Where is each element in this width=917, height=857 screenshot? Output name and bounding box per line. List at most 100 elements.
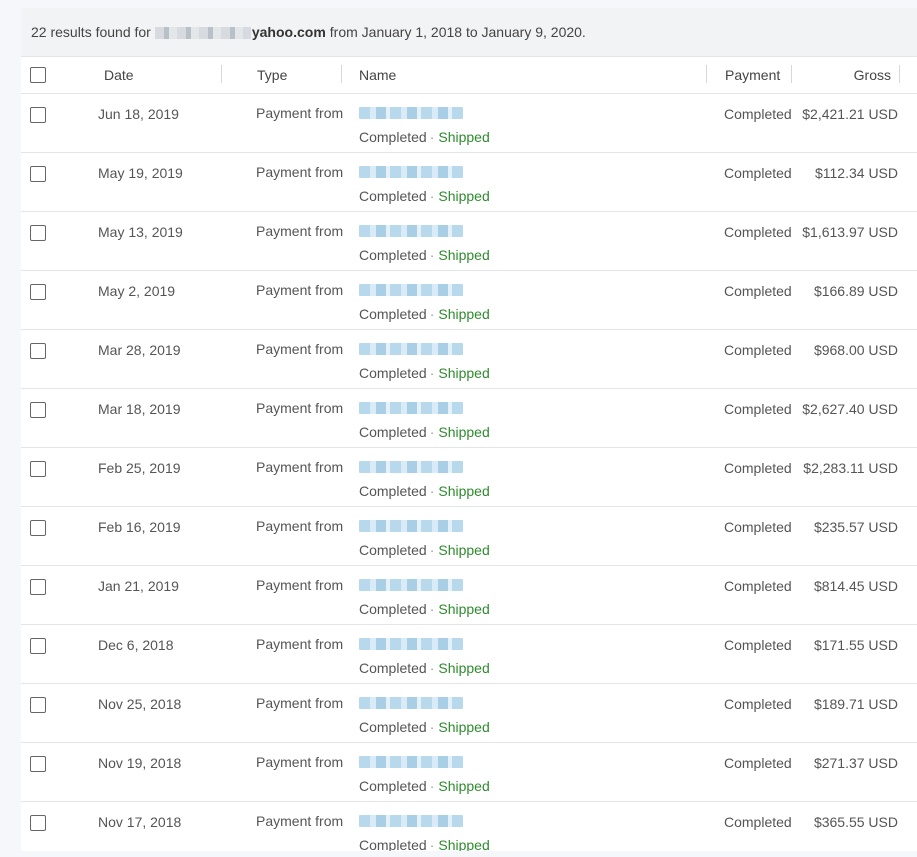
select-all-checkbox[interactable] — [30, 67, 46, 83]
row-status: Completed · Shipped — [359, 306, 490, 322]
table-header: Date Type Name Payment Gross — [21, 57, 917, 94]
column-header-gross[interactable]: Gross — [854, 67, 891, 83]
table-row[interactable]: Jan 21, 2019 Payment from Completed · Ship… — [21, 566, 917, 625]
redacted-name-mask[interactable] — [359, 461, 463, 473]
column-divider — [791, 65, 792, 83]
row-gross-amount: $112.34 USD — [814, 165, 898, 181]
row-status-text: Completed — [359, 837, 427, 851]
row-payment-status: Completed — [724, 224, 792, 240]
row-type: Payment from — [256, 164, 344, 180]
row-gross-amount: $166.89 USD — [813, 283, 898, 299]
separator-dot: · — [429, 660, 435, 676]
redacted-name-mask[interactable] — [359, 815, 463, 827]
redacted-name-mask[interactable] — [359, 402, 463, 414]
row-payment-status: Completed — [724, 696, 792, 712]
row-checkbox[interactable] — [30, 402, 46, 418]
table-row[interactable]: Jun 18, 2019 Payment from Completed · Ship… — [21, 94, 917, 153]
row-payment-status: Completed — [724, 814, 792, 830]
row-checkbox[interactable] — [30, 520, 46, 536]
row-checkbox[interactable] — [30, 756, 46, 772]
column-header-type[interactable]: Type — [257, 67, 287, 83]
row-type: Payment from — [256, 518, 344, 534]
row-checkbox[interactable] — [30, 579, 46, 595]
row-status: Completed · Shipped — [359, 188, 490, 204]
table-row[interactable]: May 19, 2019 Payment from Completed · Ship… — [21, 153, 917, 212]
row-type: Payment from — [256, 105, 344, 121]
separator-dot: · — [429, 483, 435, 499]
row-checkbox[interactable] — [30, 638, 46, 654]
row-checkbox[interactable] — [30, 225, 46, 241]
table-row[interactable]: May 2, 2019 Payment from Completed · Shipp… — [21, 271, 917, 330]
row-gross-amount: $189.71 USD — [813, 696, 898, 712]
results-count-text: 22 results found for — [31, 24, 151, 40]
separator-dot: · — [429, 837, 435, 851]
row-payment-status: Completed — [724, 578, 792, 594]
shipping-status: Shipped — [438, 365, 490, 381]
redacted-name-mask[interactable] — [359, 638, 463, 650]
table-row[interactable]: May 13, 2019 Payment from Completed · Ship… — [21, 212, 917, 271]
shipping-status: Shipped — [438, 719, 490, 735]
row-checkbox[interactable] — [30, 815, 46, 831]
redacted-email-mask — [154, 26, 251, 39]
row-status-text: Completed — [359, 660, 427, 676]
table-row[interactable]: Dec 6, 2018 Payment from Completed · Shipp… — [21, 625, 917, 684]
separator-dot: · — [429, 601, 435, 617]
row-checkbox[interactable] — [30, 697, 46, 713]
transactions-table-body: Jun 18, 2019 Payment from Completed · Ship… — [21, 94, 917, 851]
table-row[interactable]: Mar 28, 2019 Payment from Completed · Ship… — [21, 330, 917, 389]
row-status-text: Completed — [359, 365, 427, 381]
column-header-payment[interactable]: Payment — [725, 67, 780, 83]
row-status: Completed · Shipped — [359, 601, 490, 617]
row-type: Payment from — [256, 223, 344, 239]
column-divider — [221, 65, 222, 83]
row-status: Completed · Shipped — [359, 542, 490, 558]
row-gross-amount: $968.00 USD — [813, 342, 898, 358]
row-payment-status: Completed — [724, 460, 792, 476]
redacted-name-mask[interactable] — [359, 166, 463, 178]
separator-dot: · — [429, 247, 435, 263]
separator-dot: · — [429, 365, 435, 381]
row-checkbox[interactable] — [30, 107, 46, 123]
row-status-text: Completed — [359, 542, 427, 558]
separator-dot: · — [429, 188, 435, 204]
row-type: Payment from — [256, 459, 344, 475]
redacted-name-mask[interactable] — [359, 697, 463, 709]
row-type: Payment from — [256, 695, 344, 711]
redacted-name-mask[interactable] — [359, 107, 463, 119]
row-date: Nov 17, 2018 — [98, 814, 182, 830]
row-status: Completed · Shipped — [359, 129, 490, 145]
results-summary: 22 results found for yahoo.com from Janu… — [21, 8, 917, 57]
table-row[interactable]: Nov 19, 2018 Payment from Completed · Ship… — [21, 743, 917, 802]
redacted-name-mask[interactable] — [359, 284, 463, 296]
row-gross-amount: $2,283.11 USD — [803, 460, 898, 476]
row-date: Mar 28, 2019 — [98, 342, 181, 358]
row-date: Mar 18, 2019 — [98, 401, 181, 417]
row-checkbox[interactable] — [30, 343, 46, 359]
redacted-name-mask[interactable] — [359, 579, 463, 591]
column-header-name[interactable]: Name — [359, 67, 396, 83]
redacted-name-mask[interactable] — [359, 520, 463, 532]
row-type: Payment from — [256, 813, 344, 829]
redacted-name-mask[interactable] — [359, 756, 463, 768]
row-gross-amount: $2,627.40 USD — [802, 401, 898, 417]
row-payment-status: Completed — [724, 106, 792, 122]
row-checkbox[interactable] — [30, 284, 46, 300]
row-status-text: Completed — [359, 719, 427, 735]
table-row[interactable]: Feb 16, 2019 Payment from Completed · Ship… — [21, 507, 917, 566]
row-gross-amount: $235.57 USD — [813, 519, 898, 535]
table-row[interactable]: Nov 17, 2018 Payment from Completed · Ship… — [21, 802, 917, 851]
table-row[interactable]: Nov 25, 2018 Payment from Completed · Ship… — [21, 684, 917, 743]
separator-dot: · — [429, 542, 435, 558]
table-row[interactable]: Feb 25, 2019 Payment from Completed · Ship… — [21, 448, 917, 507]
redacted-name-mask[interactable] — [359, 225, 463, 237]
row-checkbox[interactable] — [30, 166, 46, 182]
table-row[interactable]: Mar 18, 2019 Payment from Completed · Ship… — [21, 389, 917, 448]
row-checkbox[interactable] — [30, 461, 46, 477]
redacted-name-mask[interactable] — [359, 343, 463, 355]
row-date: Feb 16, 2019 — [98, 519, 181, 535]
shipping-status: Shipped — [438, 542, 490, 558]
row-payment-status: Completed — [724, 401, 792, 417]
row-date: May 13, 2019 — [98, 224, 183, 240]
column-header-date[interactable]: Date — [104, 67, 134, 83]
row-date: Nov 19, 2018 — [98, 755, 182, 771]
